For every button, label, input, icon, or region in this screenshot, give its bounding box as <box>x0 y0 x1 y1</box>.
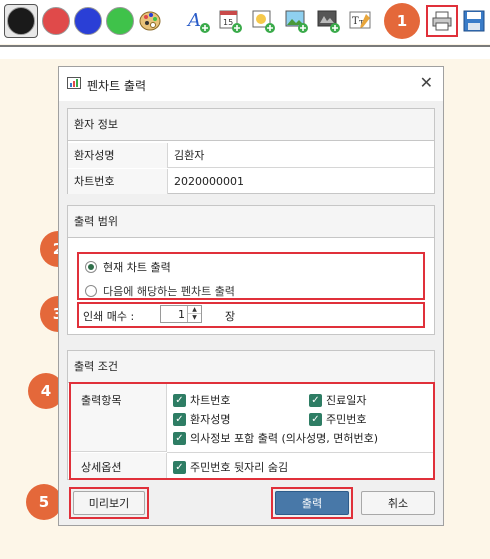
close-icon[interactable]: ✕ <box>420 73 433 92</box>
increment-icon[interactable]: ▲ <box>188 306 201 314</box>
save-icon[interactable] <box>460 7 488 35</box>
info-row: 차트번호 2020000001 <box>68 169 434 194</box>
decrement-icon[interactable]: ▼ <box>188 314 201 322</box>
checkbox-doctor-info[interactable]: ✓ 의사정보 포함 출력 (의사성명, 면허번호) <box>173 430 378 446</box>
print-icon[interactable] <box>426 5 458 37</box>
pen-chart-print-dialog: 펜차트 출력 ✕ 환자 정보 환자성명 김환자 차트번호 2020000001 … <box>58 66 444 526</box>
checkbox-label: 진료일자 <box>326 394 367 407</box>
dialog-title: 펜차트 출력 <box>87 79 147 93</box>
add-emoji-icon[interactable] <box>250 7 278 35</box>
row-divider <box>167 452 433 453</box>
copies-label: 인쇄 매수 : <box>83 310 135 323</box>
checkbox-patient-name[interactable]: ✓ 환자성명 <box>173 411 230 427</box>
step-badge: 5 <box>26 484 62 520</box>
preview-button[interactable]: 미리보기 <box>73 491 145 515</box>
checkbox-hide-resident-suffix[interactable]: ✓ 주민번호 뒷자리 숨김 <box>173 459 288 475</box>
check-icon[interactable]: ✓ <box>309 393 322 407</box>
info-label: 환자성명 <box>68 143 168 168</box>
print-button[interactable]: 출력 <box>275 491 349 515</box>
color-red-button[interactable] <box>42 7 70 35</box>
panel-header: 출력 범위 <box>68 206 434 238</box>
detail-label-cell: 상세옵션 <box>71 453 167 478</box>
copies-value[interactable]: 1 <box>178 308 185 321</box>
radio-current-chart[interactable]: 현재 차트 출력 <box>85 259 171 275</box>
palette-icon[interactable] <box>136 7 164 35</box>
panel-header: 환자 정보 <box>68 109 434 141</box>
color-blue-button[interactable] <box>74 7 102 35</box>
info-value: 김환자 <box>174 149 205 162</box>
info-value: 2020000001 <box>174 175 244 188</box>
add-date-icon[interactable]: 15 <box>217 7 245 35</box>
add-photo-icon[interactable] <box>315 7 343 35</box>
check-icon[interactable]: ✓ <box>173 412 186 426</box>
dialog-title-bar: 펜차트 출력 ✕ <box>59 67 443 101</box>
checkbox-resident-number[interactable]: ✓ 주민번호 <box>309 411 366 427</box>
check-icon[interactable]: ✓ <box>173 393 186 407</box>
color-green-button[interactable] <box>106 7 134 35</box>
detail-label: 상세옵션 <box>81 461 122 474</box>
checkbox-label: 차트번호 <box>190 394 231 407</box>
toolbar-spacer <box>0 47 490 59</box>
radio-button[interactable] <box>85 261 97 273</box>
checkbox-visit-date[interactable]: ✓ 진료일자 <box>309 392 366 408</box>
checkbox-label: 환자성명 <box>190 413 231 426</box>
radio-label: 현재 차트 출력 <box>103 261 171 274</box>
checkbox-label: 의사정보 포함 출력 (의사성명, 면허번호) <box>190 432 378 445</box>
svg-text:15: 15 <box>223 18 233 27</box>
checkbox-label: 주민번호 뒷자리 숨김 <box>190 461 289 474</box>
copies-stepper[interactable]: 1 ▲ ▼ <box>160 305 202 323</box>
text-format-icon[interactable]: TT <box>347 7 375 35</box>
radio-button[interactable] <box>85 285 97 297</box>
stepper-buttons[interactable]: ▲ ▼ <box>187 306 201 322</box>
color-black-button[interactable] <box>7 7 35 35</box>
items-label: 출력항목 <box>81 394 122 407</box>
step-badge: 1 <box>384 3 420 39</box>
radio-matching-charts[interactable]: 다음에 해당하는 펜차트 출력 <box>85 283 235 299</box>
check-icon[interactable]: ✓ <box>309 412 322 426</box>
patient-info-panel: 환자 정보 환자성명 김환자 차트번호 2020000001 <box>67 108 435 194</box>
add-text-icon[interactable]: A <box>185 7 213 35</box>
add-image-icon[interactable] <box>283 7 311 35</box>
check-icon[interactable]: ✓ <box>173 431 186 445</box>
checkbox-chart-number[interactable]: ✓ 차트번호 <box>173 392 230 408</box>
cancel-button[interactable]: 취소 <box>361 491 435 515</box>
svg-text:T: T <box>352 16 359 27</box>
info-label: 차트번호 <box>68 169 168 194</box>
checkbox-label: 주민번호 <box>326 413 367 426</box>
items-label-cell: 출력항목 <box>71 384 167 452</box>
svg-text:A: A <box>186 10 201 31</box>
copies-unit: 장 <box>225 310 236 323</box>
info-row: 환자성명 김환자 <box>68 143 434 168</box>
chart-icon <box>67 77 81 92</box>
check-icon[interactable]: ✓ <box>173 460 186 474</box>
panel-header: 출력 조건 <box>68 351 434 383</box>
radio-label: 다음에 해당하는 펜차트 출력 <box>103 285 235 298</box>
